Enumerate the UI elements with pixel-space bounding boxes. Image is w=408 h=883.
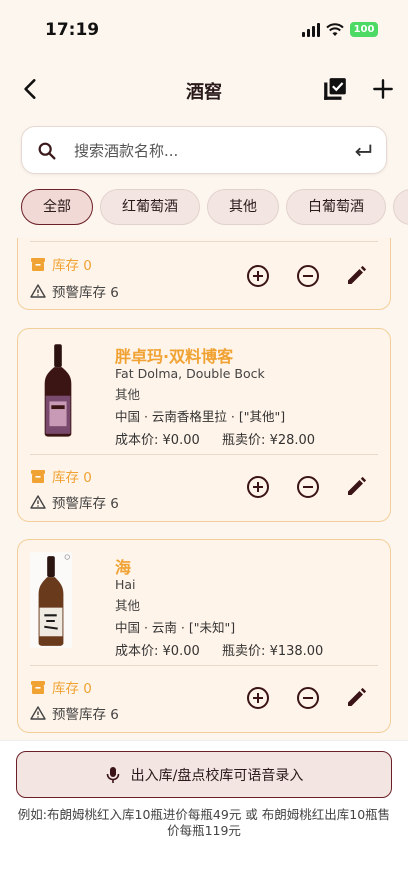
status-bar: 17:19 100 xyxy=(0,0,408,60)
stock-label: 库存 0 xyxy=(52,470,92,486)
chip-all[interactable]: 全部 xyxy=(21,189,93,225)
nav-bar: 酒窖 xyxy=(0,66,408,114)
search-icon xyxy=(38,142,56,160)
warn-label: 预警库存 6 xyxy=(52,707,119,723)
wine-card[interactable]: 库存 0 预警库存 6 xyxy=(17,238,391,310)
wine-bottle-image xyxy=(30,552,72,648)
wine-category: 其他 xyxy=(115,598,141,613)
multi-select-icon[interactable] xyxy=(322,76,348,102)
edit-icon[interactable] xyxy=(343,263,369,289)
increase-icon[interactable] xyxy=(245,474,271,500)
warning-icon xyxy=(30,495,46,509)
cost-label: 成本价: xyxy=(115,433,159,448)
cost-value: ¥0.00 xyxy=(162,433,200,448)
voice-record-button[interactable]: 出入库/盘点校库可语音录入 xyxy=(16,751,392,798)
sell-label: 瓶卖价: xyxy=(222,644,266,659)
wifi-icon xyxy=(326,22,344,36)
wine-name: 海 xyxy=(115,558,132,577)
card-divider xyxy=(30,454,378,455)
decrease-icon[interactable] xyxy=(295,685,321,711)
voice-panel: 出入库/盘点校库可语音录入 例如:布朗姆桃红入库10瓶进价每瓶49元 或 布朗姆… xyxy=(0,740,408,883)
stock-label: 库存 0 xyxy=(52,258,92,274)
decrease-icon[interactable] xyxy=(295,263,321,289)
warn-row: 预警库存 6 xyxy=(30,703,119,723)
wine-origin: 中国 · 云南香格里拉 · ["其他"] xyxy=(115,409,286,424)
card-divider xyxy=(30,665,378,666)
box-icon xyxy=(31,681,45,694)
voice-hint: 例如:布朗姆桃红入库10瓶进价每瓶49元 或 布朗姆桃红出库10瓶售价每瓶119… xyxy=(17,807,391,838)
increase-icon[interactable] xyxy=(245,263,271,289)
search-bar xyxy=(21,126,387,174)
chip-other[interactable]: 其他 xyxy=(207,189,279,225)
sell-label: 瓶卖价: xyxy=(222,433,266,448)
cost-value: ¥0.00 xyxy=(162,644,200,659)
wine-bottle-image xyxy=(44,344,72,437)
wine-name: 胖卓玛·双料博客 xyxy=(115,347,234,366)
enter-icon[interactable] xyxy=(352,140,374,162)
search-input[interactable] xyxy=(74,139,334,163)
edit-icon[interactable] xyxy=(343,685,369,711)
box-icon xyxy=(31,258,45,271)
edit-icon[interactable] xyxy=(343,474,369,500)
box-icon xyxy=(31,470,45,483)
microphone-icon xyxy=(106,766,119,783)
warn-row: 预警库存 6 xyxy=(30,281,119,301)
chip-more[interactable]: 桃 xyxy=(393,189,408,225)
warning-icon xyxy=(30,284,46,298)
signal-icon xyxy=(302,22,320,37)
stock-row: 库存 0 xyxy=(30,466,92,486)
chip-white-wine[interactable]: 白葡萄酒 xyxy=(286,189,386,225)
wine-list[interactable]: 库存 0 预警库存 6 胖卓玛·双料博客 Fat Dolma, Double B… xyxy=(0,238,408,740)
status-icons: 100 xyxy=(302,22,378,37)
cost-label: 成本价: xyxy=(115,644,159,659)
status-time: 17:19 xyxy=(45,20,100,40)
sell-value: ¥138.00 xyxy=(269,644,324,659)
warn-row: 预警库存 6 xyxy=(30,492,119,512)
wine-category: 其他 xyxy=(115,387,141,402)
wine-card[interactable]: 海 Hai 其他 中国 · 云南 · ["未知"] 成本价: ¥0.00 瓶卖价… xyxy=(17,539,391,733)
warning-icon xyxy=(30,706,46,720)
chip-red-wine[interactable]: 红葡萄酒 xyxy=(100,189,200,225)
wine-card[interactable]: 胖卓玛·双料博客 Fat Dolma, Double Bock 其他 中国 · … xyxy=(17,328,391,522)
stock-row: 库存 0 xyxy=(30,677,92,697)
wine-english-name: Hai xyxy=(115,577,136,592)
stock-label: 库存 0 xyxy=(52,681,92,697)
card-divider xyxy=(30,241,378,242)
warn-label: 预警库存 6 xyxy=(52,285,119,301)
wine-price: 成本价: ¥0.00 瓶卖价: ¥28.00 xyxy=(115,429,315,448)
wine-origin: 中国 · 云南 · ["未知"] xyxy=(115,620,236,635)
stock-row: 库存 0 xyxy=(30,254,92,274)
category-chips: 全部红葡萄酒其他白葡萄酒桃 xyxy=(21,189,408,227)
wine-price: 成本价: ¥0.00 瓶卖价: ¥138.00 xyxy=(115,640,323,659)
warn-label: 预警库存 6 xyxy=(52,496,119,512)
increase-icon[interactable] xyxy=(245,685,271,711)
wine-english-name: Fat Dolma, Double Bock xyxy=(115,366,265,381)
voice-button-label: 出入库/盘点校库可语音录入 xyxy=(130,767,304,784)
battery-icon: 100 xyxy=(350,22,378,37)
decrease-icon[interactable] xyxy=(295,474,321,500)
add-icon[interactable] xyxy=(370,76,396,102)
sell-value: ¥28.00 xyxy=(269,433,316,448)
